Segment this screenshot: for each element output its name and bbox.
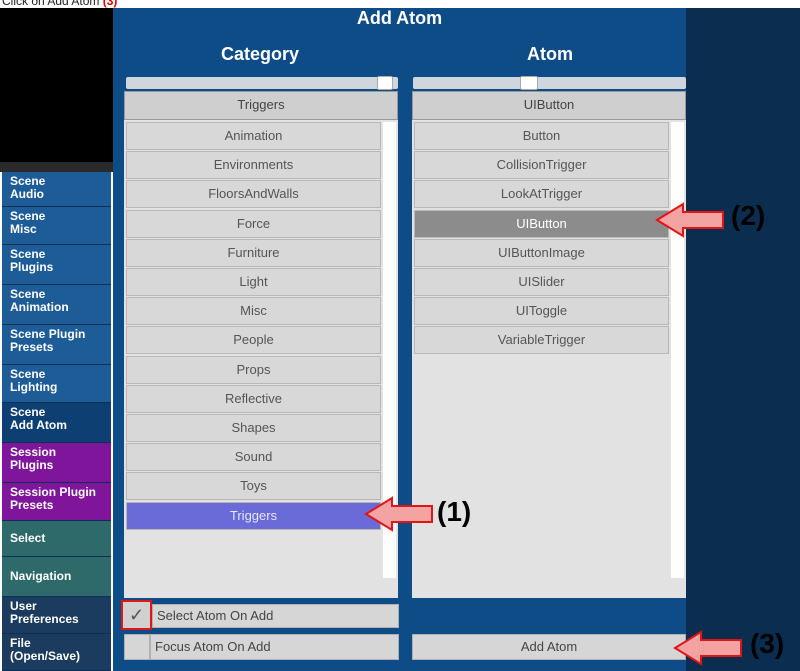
nav-session-plugins[interactable]: Session Plugins: [2, 443, 111, 483]
nav-file-open-save[interactable]: File (Open/Save): [2, 634, 111, 671]
atom-item[interactable]: LookAtTrigger: [414, 180, 669, 209]
instruction-step: (3): [102, 0, 118, 8]
category-slider[interactable]: [126, 76, 398, 90]
add-atom-button[interactable]: Add Atom: [412, 634, 686, 660]
nav-scene-lighting[interactable]: Scene Lighting: [2, 365, 111, 403]
panel-title: Add Atom: [356, 8, 443, 28]
atom-item[interactable]: Button: [414, 122, 669, 150]
atom-item[interactable]: UIButtonImage: [414, 238, 669, 267]
atom-item[interactable]: UIToggle: [414, 297, 669, 326]
callout-arrow-1: [364, 496, 433, 532]
nav-navigation[interactable]: Navigation: [2, 557, 111, 597]
sidebar-separator: [0, 162, 113, 172]
category-slider-handle[interactable]: [376, 76, 393, 90]
nav-scene-misc[interactable]: Scene Misc: [2, 207, 111, 245]
atom-header: Atom: [527, 44, 573, 64]
instruction-prefix: Click on Add Atom: [2, 0, 100, 8]
atom-item[interactable]: CollisionTrigger: [414, 151, 669, 180]
atom-item[interactable]: VariableTrigger: [414, 326, 669, 355]
category-item[interactable]: Toys: [126, 472, 381, 501]
category-item[interactable]: People: [126, 326, 381, 355]
category-item[interactable]: Props: [126, 355, 381, 384]
nav-select[interactable]: Select: [2, 521, 111, 557]
atom-slider-handle[interactable]: [520, 76, 539, 90]
category-item[interactable]: Force: [126, 209, 381, 238]
focus-atom-checkbox[interactable]: [124, 634, 150, 660]
focus-atom-on-add-label[interactable]: Focus Atom On Add: [150, 634, 399, 660]
nav-scene-add-atom[interactable]: Scene Add Atom: [2, 403, 111, 443]
category-selected[interactable]: Triggers: [124, 91, 398, 120]
category-item[interactable]: Furniture: [126, 238, 381, 267]
category-item[interactable]: Misc: [126, 297, 381, 326]
select-atom-on-add-label[interactable]: Select Atom On Add: [152, 604, 399, 628]
instruction-text: Click on Add Atom (3): [2, 0, 117, 8]
nav-user-preferences[interactable]: User Preferences: [2, 597, 111, 634]
category-header: Category: [220, 44, 300, 64]
nav-scene-plugins[interactable]: Scene Plugins: [2, 245, 111, 285]
category-item[interactable]: Reflective: [126, 384, 381, 413]
atom-slider[interactable]: [413, 76, 686, 90]
nav-scene-plugin-presets[interactable]: Scene Plugin Presets: [2, 325, 111, 365]
category-item[interactable]: Light: [126, 268, 381, 296]
preview-area: [0, 8, 113, 162]
callout-label-1: (1): [437, 496, 472, 527]
callout-label-2: (2): [731, 200, 766, 231]
category-item[interactable]: FloorsAndWalls: [126, 180, 381, 209]
callout-label-3: (3): [750, 628, 785, 659]
category-item[interactable]: Animation: [126, 122, 381, 150]
callout-arrow-3: [673, 630, 742, 666]
atom-scrollbar[interactable]: [671, 122, 684, 578]
category-item[interactable]: Sound: [126, 443, 381, 472]
atom-selected[interactable]: UIButton: [412, 91, 686, 120]
atom-item[interactable]: UISlider: [414, 268, 669, 296]
nav-session-plugin-presets[interactable]: Session Plugin Presets: [2, 483, 111, 521]
panel-right-edge: [686, 8, 800, 671]
category-item[interactable]: Shapes: [126, 414, 381, 442]
callout-arrow-2: [655, 202, 724, 238]
category-item[interactable]: Environments: [126, 151, 381, 180]
nav-scene-audio[interactable]: Scene Audio: [2, 172, 111, 207]
atom-item[interactable]: UIButton: [414, 209, 669, 238]
nav-scene-animation[interactable]: Scene Animation: [2, 285, 111, 325]
category-item[interactable]: Triggers: [126, 501, 381, 530]
select-atom-checkbox[interactable]: ✓: [121, 600, 152, 630]
